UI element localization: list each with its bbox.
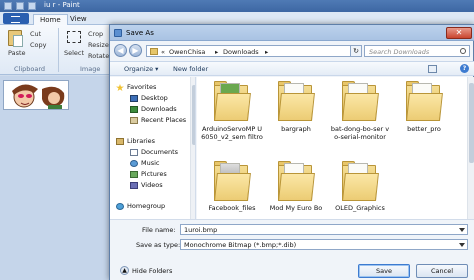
save-button[interactable]: Save (358, 264, 410, 278)
folder-label: Facebook_files (208, 204, 256, 212)
organize-button[interactable]: Organize ▾ (124, 65, 158, 73)
recent-places-icon (130, 117, 138, 124)
save-type-select[interactable]: Monochrome Bitmap (*.bmp;*.dib) (180, 239, 468, 250)
file-name-label: File name: (142, 226, 176, 234)
paint-title: iu r - Paint (44, 1, 80, 9)
dialog-title: Save As (126, 29, 154, 37)
address-row: ◀ ▶ « OwenChisa ▸ Downloads ▸ ↻ Search D… (110, 42, 474, 60)
nav-music[interactable]: Music (141, 159, 160, 167)
cut-button[interactable]: Cut (30, 30, 41, 38)
rotate-button[interactable]: Rotate (88, 52, 109, 60)
search-input[interactable]: Search Downloads (364, 45, 470, 57)
tab-home[interactable]: Home (33, 14, 68, 25)
folder-label: ArduinoServoMP U6050_v2_sem filtro (201, 125, 263, 141)
undo-quick-icon[interactable] (28, 2, 36, 10)
desktop-icon (130, 95, 138, 102)
search-icon[interactable] (460, 48, 466, 54)
paint-menu-button[interactable] (3, 13, 29, 24)
file-list-scrollbar[interactable] (467, 77, 474, 219)
cartoon-drawing (12, 84, 65, 109)
breadcrumb-downloads[interactable]: Downloads (223, 48, 259, 56)
nav-scrollbar-thumb[interactable] (192, 85, 195, 145)
file-list-scrollbar-thumb[interactable] (469, 83, 474, 163)
nav-libraries[interactable]: Libraries (127, 137, 155, 145)
refresh-button[interactable]: ↻ (350, 45, 362, 57)
close-button[interactable]: ✕ (446, 27, 472, 39)
pictures-icon (130, 171, 138, 178)
paint-canvas[interactable] (3, 80, 69, 110)
folder-icon (150, 48, 158, 55)
documents-icon (130, 149, 138, 156)
select-button[interactable]: Select (64, 49, 84, 57)
folder-icon (406, 81, 443, 121)
music-icon (130, 160, 138, 167)
file-list: ArduinoServoMP U6050_v2_sem filtro bargr… (197, 77, 467, 219)
save-type-value: Monochrome Bitmap (*.bmp;*.dib) (184, 241, 297, 249)
address-bar[interactable]: « OwenChisa ▸ Downloads ▸ (146, 45, 358, 57)
folder-label: OLED_Graphics (335, 204, 385, 212)
select-icon[interactable] (67, 31, 81, 43)
breadcrumb-arrow[interactable]: ▸ (215, 48, 218, 56)
breadcrumb-arrow[interactable]: ▸ (265, 48, 268, 56)
breadcrumb-separator[interactable]: « (161, 48, 165, 56)
navigation-pane: Favorites Desktop Downloads Recent Place… (110, 77, 196, 219)
copy-button[interactable]: Copy (30, 41, 47, 49)
favorites-star-icon (116, 84, 124, 91)
folder-icon (342, 81, 379, 121)
save-as-dialog: Save As ✕ ◀ ▶ « OwenChisa ▸ Downloads ▸ … (109, 24, 474, 280)
dialog-footer: File name: 1uroi.bmp Save as type: Monoc… (110, 219, 474, 280)
breadcrumb-owenchisa[interactable]: OwenChisa (169, 48, 205, 56)
folder-icon (214, 81, 251, 121)
nav-documents[interactable]: Documents (141, 148, 178, 156)
nav-recent-places[interactable]: Recent Places (141, 116, 186, 124)
save-quick-icon[interactable] (16, 2, 24, 10)
help-icon[interactable]: ? (460, 64, 469, 73)
folder-label: bat-dong-bo-ser vo-serial-monitor (330, 125, 390, 141)
chevron-up-icon: ▲ (120, 266, 129, 275)
view-options-icon[interactable] (428, 65, 437, 73)
tab-view[interactable]: View (64, 14, 93, 25)
back-button[interactable]: ◀ (114, 44, 127, 57)
nav-homegroup[interactable]: Homegroup (127, 202, 165, 210)
folder-icon (278, 81, 315, 121)
dialog-titlebar: Save As ✕ (110, 25, 474, 41)
nav-desktop[interactable]: Desktop (141, 94, 168, 102)
clipboard-group-label: Clipboard (14, 65, 46, 73)
file-name-value: 1uroi.bmp (184, 226, 218, 234)
folder-label: better_pro (407, 125, 441, 133)
folder-icon (278, 161, 315, 201)
forward-button[interactable]: ▶ (129, 44, 142, 57)
folder-label: Mod My Euro Bo (269, 204, 323, 212)
paste-button[interactable]: Paste (8, 49, 26, 57)
cancel-button[interactable]: Cancel (416, 264, 468, 278)
nav-scrollbar[interactable] (190, 77, 195, 219)
nav-downloads[interactable]: Downloads (141, 105, 177, 113)
new-folder-button[interactable]: New folder (173, 65, 208, 73)
dialog-toolbar: Organize ▾ New folder ? (110, 61, 474, 76)
paint-titlebar: iu r - Paint (0, 0, 474, 12)
resize-button[interactable]: Resize (88, 41, 109, 49)
nav-pictures[interactable]: Pictures (141, 170, 167, 178)
paint-icon (114, 29, 122, 37)
search-placeholder: Search Downloads (369, 48, 430, 56)
downloads-icon (130, 106, 138, 113)
crop-button[interactable]: Crop (88, 30, 103, 38)
hide-folders-label: Hide Folders (132, 267, 173, 275)
chevron-down-icon[interactable] (459, 243, 465, 247)
image-group-label: Image (80, 65, 101, 73)
homegroup-icon (116, 203, 124, 210)
libraries-icon (116, 138, 124, 145)
file-name-field[interactable]: 1uroi.bmp (180, 224, 468, 235)
save-type-label: Save as type: (136, 241, 181, 249)
folder-icon (214, 161, 251, 201)
paint-app-icon[interactable] (4, 2, 12, 10)
nav-favorites[interactable]: Favorites (127, 83, 156, 91)
ribbon-divider (58, 28, 59, 72)
videos-icon (130, 182, 138, 189)
paste-icon[interactable] (8, 30, 23, 47)
folder-label: bargraph (281, 125, 311, 133)
nav-videos[interactable]: Videos (141, 181, 163, 189)
folder-icon (342, 161, 379, 201)
chevron-down-icon[interactable] (459, 228, 465, 232)
